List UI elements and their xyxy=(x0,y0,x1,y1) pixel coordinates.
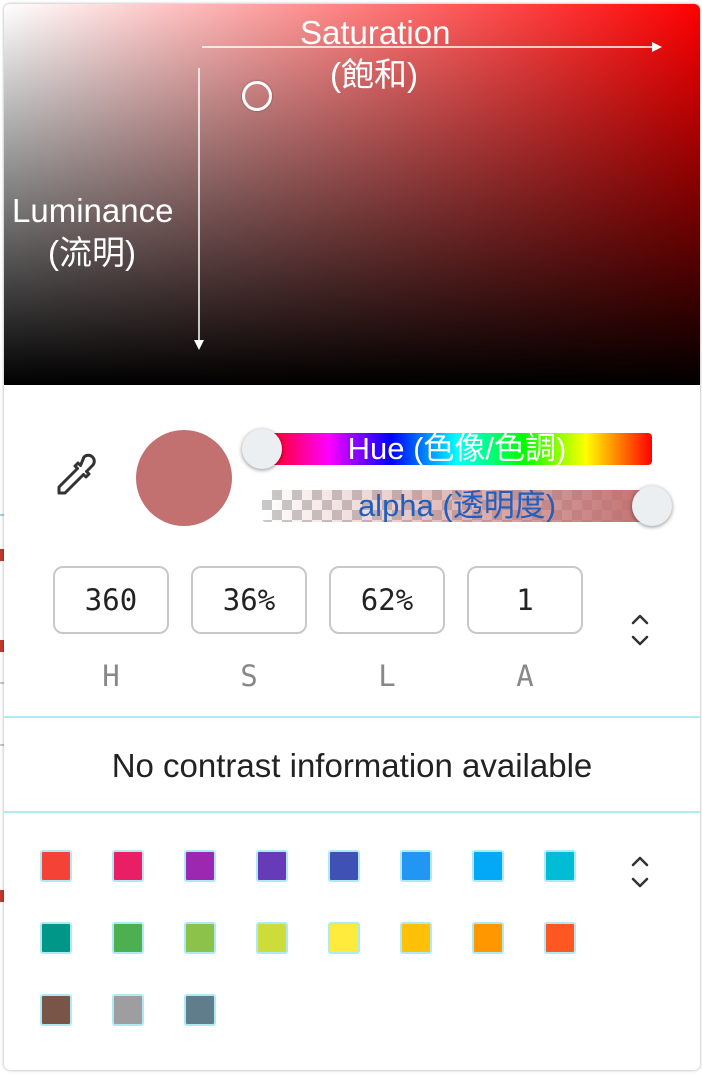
contrast-info: No contrast information available xyxy=(111,747,593,784)
palette-swatch[interactable] xyxy=(544,850,576,882)
palette-swatch[interactable] xyxy=(472,850,504,882)
alpha-slider[interactable]: alpha (透明度) xyxy=(262,490,652,522)
chevron-up-down-icon xyxy=(631,856,649,888)
palette-swatch[interactable] xyxy=(112,922,144,954)
palette-swatch[interactable] xyxy=(184,922,216,954)
palette-swatch[interactable] xyxy=(184,850,216,882)
saturation-input[interactable]: 36% xyxy=(191,566,307,634)
saturation-input-label: S xyxy=(240,659,258,693)
palette-swatch[interactable] xyxy=(40,922,72,954)
saturation-sublabel: (飽和) xyxy=(330,56,418,93)
palette-swatch[interactable] xyxy=(400,850,432,882)
hue-input-label: H xyxy=(102,659,120,693)
luminance-label: Luminance xyxy=(12,192,174,229)
palette-swatch[interactable] xyxy=(112,850,144,882)
hue-slider[interactable]: Hue (色像/色調) xyxy=(262,433,652,465)
alpha-input[interactable]: 1 xyxy=(467,566,583,634)
palette-toggle-button[interactable] xyxy=(625,850,655,894)
alpha-slider-thumb[interactable] xyxy=(632,486,672,526)
palette-swatch[interactable] xyxy=(328,922,360,954)
format-toggle-button[interactable] xyxy=(625,608,655,652)
luminance-sublabel: (流明) xyxy=(48,234,136,271)
palette-swatch[interactable] xyxy=(544,922,576,954)
palette-swatch[interactable] xyxy=(328,850,360,882)
palette-swatch[interactable] xyxy=(256,850,288,882)
palette-swatch[interactable] xyxy=(112,994,144,1026)
saturation-luminance-thumb[interactable] xyxy=(242,81,272,111)
palette-swatch[interactable] xyxy=(400,922,432,954)
alpha-label: alpha (透明度) xyxy=(357,490,557,522)
divider xyxy=(4,716,700,718)
eyedropper-button[interactable] xyxy=(50,451,102,503)
palette-swatch[interactable] xyxy=(184,994,216,1026)
hue-slider-thumb[interactable] xyxy=(242,429,282,469)
palette-swatch[interactable] xyxy=(40,994,72,1026)
palette-swatch[interactable] xyxy=(40,850,72,882)
alpha-input-label: A xyxy=(516,659,534,693)
current-color-swatch xyxy=(136,430,232,526)
hue-input[interactable]: 360 xyxy=(53,566,169,634)
hue-label: Hue (色像/色調) xyxy=(347,431,567,466)
lightness-input-label: L xyxy=(378,659,396,693)
chevron-up-down-icon xyxy=(631,614,649,646)
divider xyxy=(4,811,700,813)
palette-swatch[interactable] xyxy=(472,922,504,954)
lightness-input[interactable]: 62% xyxy=(329,566,445,634)
eyedropper-icon xyxy=(57,453,96,495)
color-picker-popup: Saturation (飽和) Luminance (流明) Hue (色像/色… xyxy=(4,4,700,1070)
palette-swatch[interactable] xyxy=(256,922,288,954)
saturation-label: Saturation xyxy=(300,14,451,51)
